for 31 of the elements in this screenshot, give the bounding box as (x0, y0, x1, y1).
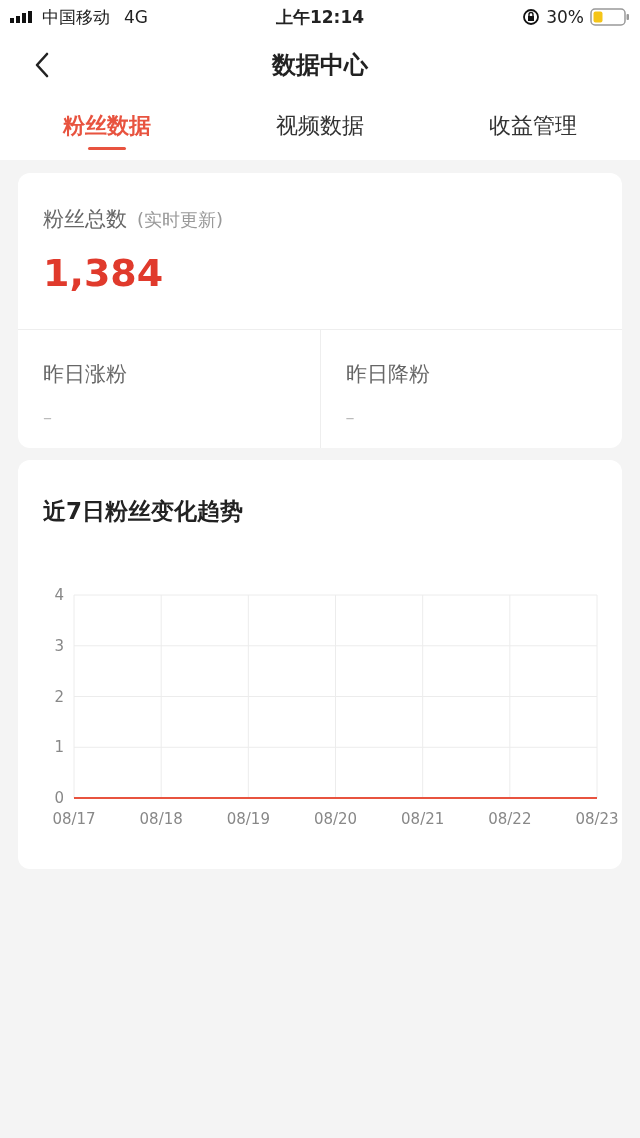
x-tick-label: 08/18 (139, 810, 183, 828)
tab[interactable]: 视频数据 (266, 96, 374, 156)
update-note: (实时更新) (137, 208, 224, 232)
carrier-name: 中国移动 (42, 5, 110, 29)
tab[interactable]: 粉丝数据 (52, 96, 161, 156)
back-icon[interactable] (34, 52, 50, 78)
x-tick-label: 08/20 (313, 810, 358, 828)
tab[interactable]: 收益管理 (479, 96, 588, 156)
total-value: 1,384 (43, 251, 165, 295)
chart-title: 近7日粉丝变化趋势 (43, 497, 244, 526)
x-tick-label: 08/17 (52, 810, 96, 828)
y-tick-label: 0 (54, 789, 64, 807)
y-tick-label: 1 (54, 738, 64, 757)
y-tick-label: 3 (54, 636, 64, 655)
status-time: 上午12:14 (275, 5, 365, 29)
x-tick-label: 08/22 (488, 810, 532, 828)
network-type: 4G (124, 7, 148, 27)
y-tick-label: 2 (54, 687, 64, 706)
stat-label: 昨日涨粉 (43, 361, 127, 388)
stat-value: – (43, 406, 52, 427)
x-tick-label: 08/23 (575, 810, 619, 828)
stat-value: – (345, 406, 355, 427)
battery-percent: 30% (546, 7, 584, 27)
rotation-lock-icon (522, 8, 541, 26)
stat-label: 昨日降粉 (345, 361, 430, 388)
x-tick-label: 08/21 (401, 810, 445, 828)
page-title: 数据中心 (272, 50, 368, 81)
x-tick-label: 08/19 (226, 810, 270, 828)
battery-icon (590, 8, 630, 26)
total-label: 粉丝总数 (43, 206, 127, 233)
y-tick-label: 4 (54, 586, 64, 604)
